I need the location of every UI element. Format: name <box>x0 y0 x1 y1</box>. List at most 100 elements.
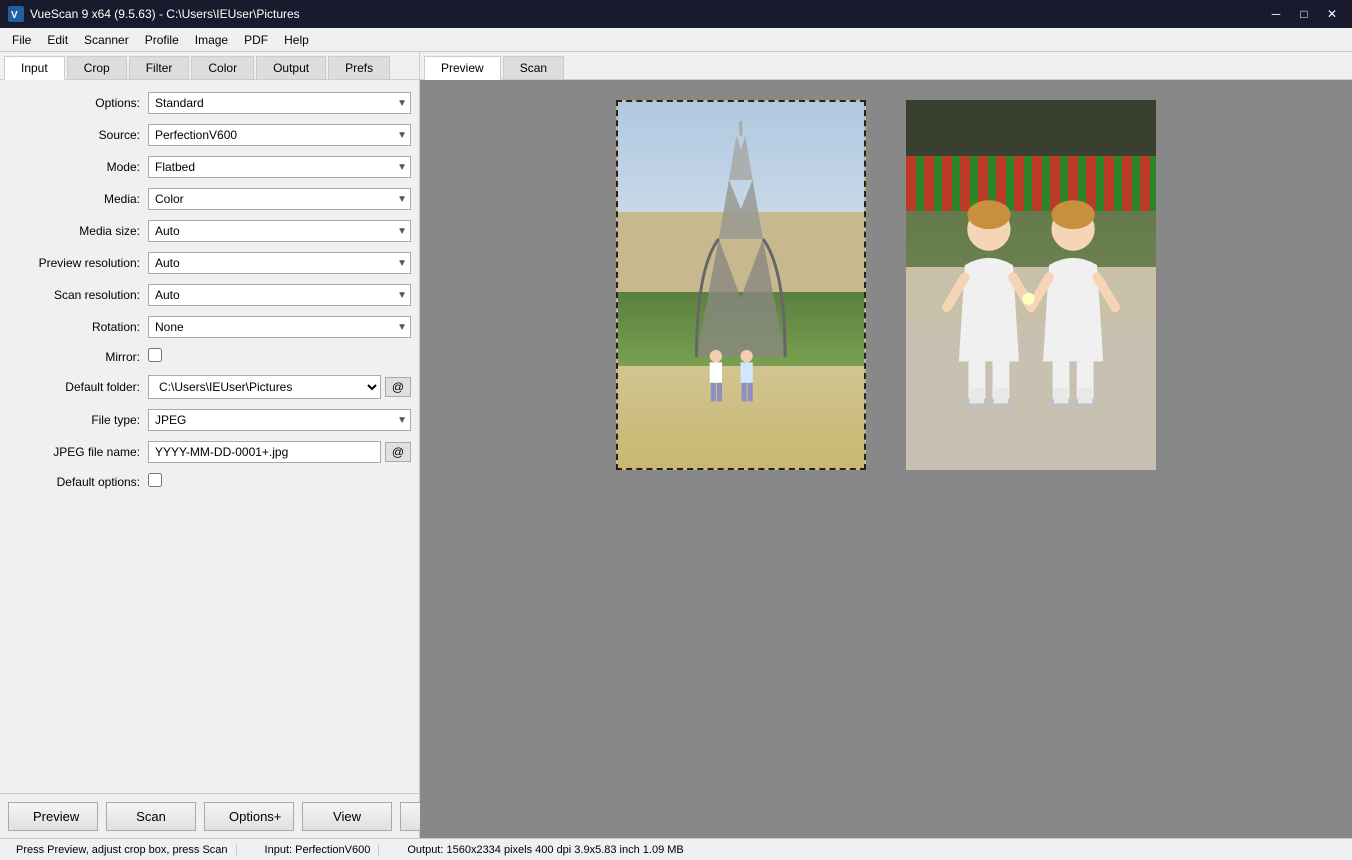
scan-res-label: Scan resolution: <box>8 288 148 302</box>
tab-preview[interactable]: Preview <box>424 56 501 80</box>
media-label: Media: <box>8 192 148 206</box>
main-container: Input Crop Filter Color Output Prefs Opt… <box>0 52 1352 838</box>
source-control: PerfectionV600 ▼ <box>148 124 411 146</box>
menu-scanner[interactable]: Scanner <box>76 31 137 49</box>
default-folder-at-button[interactable]: @ <box>385 377 411 397</box>
default-options-row: Default options: <box>8 473 411 490</box>
options-select[interactable]: Standard Advanced <box>148 92 411 114</box>
preview-tabs-row: Preview Scan <box>420 52 1352 80</box>
default-options-control <box>148 473 411 490</box>
menu-file[interactable]: File <box>4 31 39 49</box>
tab-input[interactable]: Input <box>4 56 65 80</box>
right-panel: Preview Scan <box>420 52 1352 838</box>
jpeg-filename-label: JPEG file name: <box>8 445 148 459</box>
default-folder-row: Default folder: C:\Users\IEUser\Pictures… <box>8 375 411 399</box>
media-select[interactable]: Color Gray B&W <box>148 188 411 210</box>
media-size-select[interactable]: Auto Letter A4 <box>148 220 411 242</box>
preview-res-label: Preview resolution: <box>8 256 148 270</box>
jpeg-filename-row: JPEG file name: YYYY-MM-DD-0001+.jpg @ <box>8 441 411 463</box>
rotation-label: Rotation: <box>8 320 148 334</box>
preview-res-row: Preview resolution: Auto 75 150 300 ▼ <box>8 252 411 274</box>
rotation-row: Rotation: None 90 CW 90 CCW 180 ▼ <box>8 316 411 338</box>
status-bar: Press Preview, adjust crop box, press Sc… <box>0 838 1352 860</box>
tab-color[interactable]: Color <box>191 56 254 79</box>
left-panel: Input Crop Filter Color Output Prefs Opt… <box>0 52 420 838</box>
app-icon: V <box>8 6 24 22</box>
file-type-select[interactable]: JPEG TIFF PNG PDF <box>148 409 411 431</box>
minimize-button[interactable]: ─ <box>1264 5 1288 23</box>
view-button[interactable]: View <box>302 802 392 831</box>
options-label: Options: <box>8 96 148 110</box>
tab-prefs[interactable]: Prefs <box>328 56 390 79</box>
menu-bar: File Edit Scanner Profile Image PDF Help <box>0 28 1352 52</box>
default-options-checkbox[interactable] <box>148 473 162 487</box>
mode-label: Mode: <box>8 160 148 174</box>
scan-res-row: Scan resolution: Auto 300 600 1200 ▼ <box>8 284 411 306</box>
mode-row: Mode: Flatbed Transparency Negative ▼ <box>8 156 411 178</box>
scan-button[interactable]: Scan <box>106 802 196 831</box>
options-control: Standard Advanced ▼ <box>148 92 411 114</box>
status-right: Output: 1560x2334 pixels 400 dpi 3.9x5.8… <box>399 844 691 856</box>
default-options-label: Default options: <box>8 475 148 489</box>
source-label: Source: <box>8 128 148 142</box>
tab-scan[interactable]: Scan <box>503 56 564 79</box>
mode-select[interactable]: Flatbed Transparency Negative <box>148 156 411 178</box>
menu-edit[interactable]: Edit <box>39 31 76 49</box>
file-type-label: File type: <box>8 413 148 427</box>
maximize-button[interactable]: □ <box>1292 5 1316 23</box>
eiffel-svg <box>667 120 815 358</box>
title-bar-controls: ─ □ ✕ <box>1264 5 1344 23</box>
file-type-row: File type: JPEG TIFF PNG PDF ▼ <box>8 409 411 431</box>
photo-eiffel <box>616 100 866 470</box>
media-row: Media: Color Gray B&W ▼ <box>8 188 411 210</box>
status-middle: Input: PerfectionV600 <box>257 844 380 856</box>
jpeg-filename-select[interactable]: YYYY-MM-DD-0001+.jpg <box>148 441 381 463</box>
jpeg-filename-at-button[interactable]: @ <box>385 442 411 462</box>
mirror-checkbox[interactable] <box>148 348 162 362</box>
media-size-row: Media size: Auto Letter A4 ▼ <box>8 220 411 242</box>
title-bar-title: VueScan 9 x64 (9.5.63) - C:\Users\IEUser… <box>30 7 300 21</box>
people-svg <box>680 333 803 425</box>
photo-children <box>906 100 1156 470</box>
left-tabs-row: Input Crop Filter Color Output Prefs <box>0 52 419 80</box>
rotation-control: None 90 CW 90 CCW 180 ▼ <box>148 316 411 338</box>
default-folder-control: C:\Users\IEUser\Pictures @ <box>148 375 411 399</box>
preview-res-select[interactable]: Auto 75 150 300 <box>148 252 411 274</box>
tab-output[interactable]: Output <box>256 56 326 79</box>
bottom-bar: Preview Scan Options+ View Print Save <box>0 793 419 838</box>
media-size-label: Media size: <box>8 224 148 238</box>
jpeg-filename-control: YYYY-MM-DD-0001+.jpg @ <box>148 441 411 463</box>
menu-profile[interactable]: Profile <box>137 31 187 49</box>
svg-text:V: V <box>11 10 18 21</box>
preview-canvas <box>420 80 1352 838</box>
options-row: Options: Standard Advanced ▼ <box>8 92 411 114</box>
form-area: Options: Standard Advanced ▼ Source: <box>0 80 419 793</box>
menu-image[interactable]: Image <box>187 31 236 49</box>
status-left: Press Preview, adjust crop box, press Sc… <box>8 844 237 856</box>
mirror-control <box>148 348 411 365</box>
scan-res-control: Auto 300 600 1200 ▼ <box>148 284 411 306</box>
menu-pdf[interactable]: PDF <box>236 31 276 49</box>
preview-res-control: Auto 75 150 300 ▼ <box>148 252 411 274</box>
source-row: Source: PerfectionV600 ▼ <box>8 124 411 146</box>
mirror-label: Mirror: <box>8 350 148 364</box>
photo-children-container <box>906 100 1156 470</box>
rotation-select[interactable]: None 90 CW 90 CCW 180 <box>148 316 411 338</box>
default-folder-label: Default folder: <box>8 380 148 394</box>
media-control: Color Gray B&W ▼ <box>148 188 411 210</box>
close-button[interactable]: ✕ <box>1320 5 1344 23</box>
title-bar: V VueScan 9 x64 (9.5.63) - C:\Users\IEUs… <box>0 0 1352 28</box>
mirror-row: Mirror: <box>8 348 411 365</box>
options-plus-button[interactable]: Options+ <box>204 802 294 831</box>
preview-button[interactable]: Preview <box>8 802 98 831</box>
tab-filter[interactable]: Filter <box>129 56 190 79</box>
photo-eiffel-container <box>616 100 866 470</box>
scan-res-select[interactable]: Auto 300 600 1200 <box>148 284 411 306</box>
source-select[interactable]: PerfectionV600 <box>148 124 411 146</box>
children-svg <box>931 193 1131 434</box>
default-folder-select[interactable]: C:\Users\IEUser\Pictures <box>148 375 381 399</box>
media-size-control: Auto Letter A4 ▼ <box>148 220 411 242</box>
menu-help[interactable]: Help <box>276 31 317 49</box>
file-type-control: JPEG TIFF PNG PDF ▼ <box>148 409 411 431</box>
tab-crop[interactable]: Crop <box>67 56 127 79</box>
